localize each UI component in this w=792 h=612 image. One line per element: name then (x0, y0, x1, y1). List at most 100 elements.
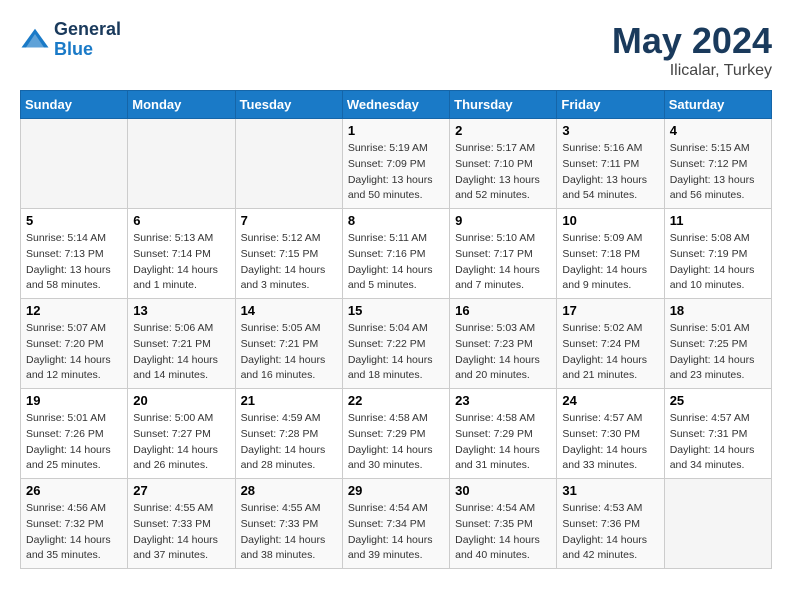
day-info: Sunrise: 4:58 AMSunset: 7:29 PMDaylight:… (455, 411, 551, 474)
day-info: Sunrise: 5:12 AMSunset: 7:15 PMDaylight:… (241, 231, 337, 294)
calendar-cell: 7Sunrise: 5:12 AMSunset: 7:15 PMDaylight… (235, 209, 342, 299)
calendar-cell: 30 Sunrise: 4:54 AMSunset: 7:35 PMDayligh… (450, 479, 557, 569)
calendar-cell (128, 119, 235, 209)
calendar-cell: 27Sunrise: 4:55 AMSunset: 7:33 PMDayligh… (128, 479, 235, 569)
day-number: 20 (133, 393, 229, 408)
day-info: Sunrise: 5:01 AMSunset: 7:25 PMDaylight:… (670, 321, 766, 384)
day-info: Sunrise: 5:03 AMSunset: 7:23 PMDaylight:… (455, 321, 551, 384)
calendar-week-row: 12 Sunrise: 5:07 AMSunset: 7:20 PMDayligh… (21, 299, 772, 389)
day-info: Sunrise: 5:14 AMSunset: 7:13 PMDaylight:… (26, 231, 122, 294)
day-number: 25 (670, 393, 766, 408)
calendar-cell (664, 479, 771, 569)
day-number: 22 (348, 393, 444, 408)
logo-icon (20, 25, 50, 55)
day-number: 17 (562, 303, 658, 318)
calendar-cell: 6 Sunrise: 5:13 AMSunset: 7:14 PMDaylight… (128, 209, 235, 299)
day-info: Sunrise: 4:54 AMSunset: 7:35 PMDaylight:… (455, 501, 551, 564)
calendar-cell: 26 Sunrise: 4:56 AMSunset: 7:32 PMDayligh… (21, 479, 128, 569)
day-number: 16 (455, 303, 551, 318)
calendar-cell: 29 Sunrise: 4:54 AMSunset: 7:34 PMDayligh… (342, 479, 449, 569)
day-of-week-header: Thursday (450, 91, 557, 119)
calendar-cell: 19 Sunrise: 5:01 AMSunset: 7:26 PMDayligh… (21, 389, 128, 479)
day-of-week-header: Sunday (21, 91, 128, 119)
day-number: 23 (455, 393, 551, 408)
calendar-cell: 31Sunrise: 4:53 AMSunset: 7:36 PMDayligh… (557, 479, 664, 569)
day-info: Sunrise: 4:58 AMSunset: 7:29 PMDaylight:… (348, 411, 444, 474)
calendar-cell: 9 Sunrise: 5:10 AMSunset: 7:17 PMDaylight… (450, 209, 557, 299)
location: Ilicalar, Turkey (612, 62, 772, 80)
day-number: 6 (133, 213, 229, 228)
day-number: 5 (26, 213, 122, 228)
calendar-week-row: 26 Sunrise: 4:56 AMSunset: 7:32 PMDayligh… (21, 479, 772, 569)
calendar-week-row: 1 Sunrise: 5:19 AMSunset: 7:09 PMDaylight… (21, 119, 772, 209)
day-number: 31 (562, 483, 658, 498)
day-number: 12 (26, 303, 122, 318)
calendar-cell: 13 Sunrise: 5:06 AMSunset: 7:21 PMDayligh… (128, 299, 235, 389)
calendar-cell: 8 Sunrise: 5:11 AMSunset: 7:16 PMDaylight… (342, 209, 449, 299)
day-info: Sunrise: 4:59 AMSunset: 7:28 PMDaylight:… (241, 411, 337, 474)
calendar-cell (21, 119, 128, 209)
calendar-cell: 28Sunrise: 4:55 AMSunset: 7:33 PMDayligh… (235, 479, 342, 569)
calendar-cell: 21Sunrise: 4:59 AMSunset: 7:28 PMDayligh… (235, 389, 342, 479)
day-info: Sunrise: 4:57 AMSunset: 7:31 PMDaylight:… (670, 411, 766, 474)
calendar-cell: 18 Sunrise: 5:01 AMSunset: 7:25 PMDayligh… (664, 299, 771, 389)
day-of-week-header: Tuesday (235, 91, 342, 119)
day-number: 29 (348, 483, 444, 498)
day-info: Sunrise: 5:09 AMSunset: 7:18 PMDaylight:… (562, 231, 658, 294)
calendar-table: SundayMondayTuesdayWednesdayThursdayFrid… (20, 90, 772, 569)
day-number: 8 (348, 213, 444, 228)
calendar-cell: 1 Sunrise: 5:19 AMSunset: 7:09 PMDaylight… (342, 119, 449, 209)
calendar-cell (235, 119, 342, 209)
day-number: 30 (455, 483, 551, 498)
day-info: Sunrise: 4:56 AMSunset: 7:32 PMDaylight:… (26, 501, 122, 564)
day-number: 1 (348, 123, 444, 138)
day-of-week-header: Wednesday (342, 91, 449, 119)
day-number: 3 (562, 123, 658, 138)
day-info: Sunrise: 5:15 AMSunset: 7:12 PMDaylight:… (670, 141, 766, 204)
day-number: 11 (670, 213, 766, 228)
day-number: 13 (133, 303, 229, 318)
day-info: Sunrise: 4:55 AMSunset: 7:33 PMDaylight:… (241, 501, 337, 564)
day-info: Sunrise: 5:07 AMSunset: 7:20 PMDaylight:… (26, 321, 122, 384)
day-number: 15 (348, 303, 444, 318)
month-title: May 2024 (612, 20, 772, 62)
day-number: 26 (26, 483, 122, 498)
day-number: 10 (562, 213, 658, 228)
day-of-week-header: Friday (557, 91, 664, 119)
day-info: Sunrise: 5:10 AMSunset: 7:17 PMDaylight:… (455, 231, 551, 294)
calendar-cell: 25 Sunrise: 4:57 AMSunset: 7:31 PMDayligh… (664, 389, 771, 479)
day-info: Sunrise: 5:01 AMSunset: 7:26 PMDaylight:… (26, 411, 122, 474)
day-info: Sunrise: 5:02 AMSunset: 7:24 PMDaylight:… (562, 321, 658, 384)
day-info: Sunrise: 5:19 AMSunset: 7:09 PMDaylight:… (348, 141, 444, 204)
calendar-cell: 24Sunrise: 4:57 AMSunset: 7:30 PMDayligh… (557, 389, 664, 479)
calendar-cell: 17 Sunrise: 5:02 AMSunset: 7:24 PMDayligh… (557, 299, 664, 389)
day-number: 9 (455, 213, 551, 228)
day-info: Sunrise: 5:05 AMSunset: 7:21 PMDaylight:… (241, 321, 337, 384)
calendar-cell: 20 Sunrise: 5:00 AMSunset: 7:27 PMDayligh… (128, 389, 235, 479)
day-number: 18 (670, 303, 766, 318)
calendar-cell: 5 Sunrise: 5:14 AMSunset: 7:13 PMDaylight… (21, 209, 128, 299)
day-info: Sunrise: 4:54 AMSunset: 7:34 PMDaylight:… (348, 501, 444, 564)
day-info: Sunrise: 5:16 AMSunset: 7:11 PMDaylight:… (562, 141, 658, 204)
day-number: 19 (26, 393, 122, 408)
calendar-cell: 3 Sunrise: 5:16 AMSunset: 7:11 PMDaylight… (557, 119, 664, 209)
day-info: Sunrise: 5:13 AMSunset: 7:14 PMDaylight:… (133, 231, 229, 294)
day-info: Sunrise: 4:55 AMSunset: 7:33 PMDaylight:… (133, 501, 229, 564)
calendar-cell: 14Sunrise: 5:05 AMSunset: 7:21 PMDayligh… (235, 299, 342, 389)
day-info: Sunrise: 5:06 AMSunset: 7:21 PMDaylight:… (133, 321, 229, 384)
day-info: Sunrise: 5:00 AMSunset: 7:27 PMDaylight:… (133, 411, 229, 474)
logo: General Blue (20, 20, 121, 60)
calendar-cell: 10 Sunrise: 5:09 AMSunset: 7:18 PMDayligh… (557, 209, 664, 299)
calendar-cell: 15Sunrise: 5:04 AMSunset: 7:22 PMDayligh… (342, 299, 449, 389)
calendar-cell: 4 Sunrise: 5:15 AMSunset: 7:12 PMDaylight… (664, 119, 771, 209)
day-info: Sunrise: 5:11 AMSunset: 7:16 PMDaylight:… (348, 231, 444, 294)
day-info: Sunrise: 5:08 AMSunset: 7:19 PMDaylight:… (670, 231, 766, 294)
calendar-cell: 11 Sunrise: 5:08 AMSunset: 7:19 PMDayligh… (664, 209, 771, 299)
day-number: 4 (670, 123, 766, 138)
calendar-week-row: 19 Sunrise: 5:01 AMSunset: 7:26 PMDayligh… (21, 389, 772, 479)
calendar-cell: 22 Sunrise: 4:58 AMSunset: 7:29 PMDayligh… (342, 389, 449, 479)
calendar-cell: 16 Sunrise: 5:03 AMSunset: 7:23 PMDayligh… (450, 299, 557, 389)
calendar-cell: 2Sunrise: 5:17 AMSunset: 7:10 PMDaylight… (450, 119, 557, 209)
day-info: Sunrise: 5:17 AMSunset: 7:10 PMDaylight:… (455, 141, 551, 204)
day-of-week-header: Monday (128, 91, 235, 119)
